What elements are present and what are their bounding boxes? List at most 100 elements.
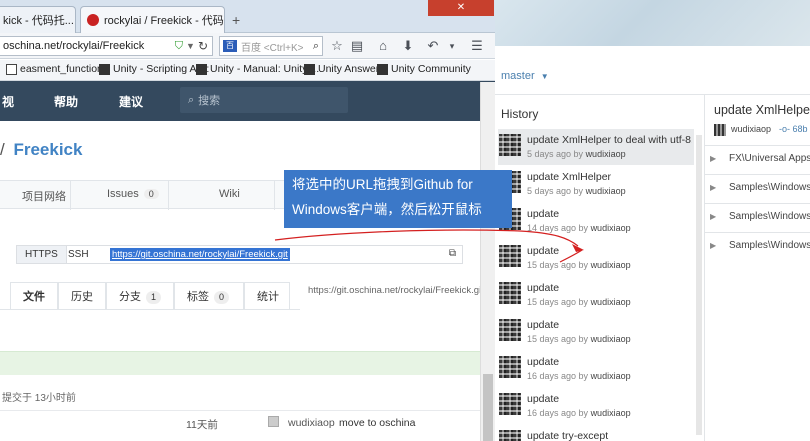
close-tab-icon[interactable]: ✕ [74, 14, 75, 27]
expand-triangle-icon: ▶ [710, 183, 717, 192]
commit-message: update [527, 393, 560, 405]
tab-divider [168, 181, 169, 210]
changed-file-item[interactable]: ▶ Samples\Windows [705, 203, 810, 231]
issues-count-badge: 0 [143, 189, 159, 199]
scrollbar-thumb[interactable] [483, 374, 493, 441]
address-bar[interactable]: oschina.net/rockylai/Freekick ⛉ ▼ ↻ [0, 36, 213, 56]
branch-selector[interactable]: master ▼ [501, 70, 549, 82]
tag-count-badge: 0 [214, 291, 230, 304]
window-close-button[interactable]: ✕ [428, 0, 494, 16]
file-commit-message[interactable]: move to oschina [339, 417, 415, 429]
ssh-button[interactable]: SSH [60, 246, 97, 263]
site-header: 视 帮助 建议 ⌕ 搜索 [0, 81, 495, 121]
commit-author: wudixiaop [731, 124, 772, 134]
expand-triangle-icon: ▶ [710, 212, 717, 221]
bookmarks-bar: easment_functions Unity - Scripting API:… [0, 60, 495, 81]
nav-link-feedback[interactable]: 建议 [119, 93, 143, 110]
commit-meta: 5 days ago by wudixiaop [527, 149, 626, 159]
undo-icon[interactable]: ↶ [424, 37, 442, 55]
search-icon[interactable]: ⌕ [313, 40, 319, 53]
bookmark-item[interactable]: Unity - Manual: Unity ... [196, 63, 319, 75]
tab-files[interactable]: 文件 [10, 282, 58, 310]
file-path: Samples\Windows [729, 211, 810, 222]
tab-network[interactable]: 项目网络 [22, 188, 66, 204]
commit-item[interactable]: update 15 days ago by wudixiaop [498, 314, 694, 350]
tab-issues[interactable]: Issues 0 [107, 188, 159, 200]
site-search-input[interactable]: ⌕ 搜索 [180, 87, 348, 113]
commit-item[interactable]: update 16 days ago by wudixiaop [498, 388, 694, 424]
commit-time: 16 days ago by [527, 371, 589, 381]
commit-item[interactable]: update 14 days ago by wudixiaop [498, 203, 694, 239]
gitosc-favicon-icon [87, 14, 99, 26]
commit-time: 5 days ago by [527, 149, 584, 159]
tab-wiki[interactable]: Wiki [219, 188, 240, 200]
tab-stats[interactable]: 统计 [244, 282, 290, 310]
commit-item[interactable]: update XmlHelper 5 days ago by wudixiaop [498, 166, 694, 202]
avatar [499, 282, 521, 304]
chevron-down-icon: ▼ [540, 72, 549, 81]
avatar [499, 356, 521, 378]
commit-message: update [527, 245, 560, 257]
commit-detail-title: update XmlHelpe [714, 103, 810, 117]
avatar [499, 245, 521, 267]
commit-item[interactable]: update XmlHelper to deal with utf-8... 5… [498, 129, 694, 165]
copy-icon[interactable]: ⧉ [449, 248, 456, 259]
bookmark-item[interactable]: Unity - Scripting API: [99, 63, 209, 75]
changed-file-item[interactable]: ▶ FX\Universal Apps [705, 145, 810, 173]
unity-icon [196, 63, 207, 75]
repo-name-link[interactable]: Freekick [13, 140, 82, 159]
commit-message: update XmlHelper to deal with utf-8... [527, 134, 692, 146]
reading-list-icon[interactable]: ▤ [348, 37, 366, 55]
tab-history[interactable]: 历史 [58, 282, 106, 310]
menu-icon[interactable]: ☰ [468, 37, 486, 55]
tab-label: 历史 [71, 291, 93, 303]
undo-dropdown-icon[interactable]: ▾ [443, 37, 461, 55]
nav-link-partial[interactable]: 视 [2, 93, 14, 110]
file-author-link[interactable]: wudixiaop [288, 417, 335, 429]
vertical-scrollbar[interactable] [480, 82, 495, 441]
nav-link-help[interactable]: 帮助 [54, 93, 78, 110]
reload-icon[interactable]: ↻ [198, 39, 208, 53]
commit-author: wudixiaop [590, 223, 631, 233]
changed-file-item[interactable]: ▶ Samples\Windows [705, 174, 810, 202]
search-bar[interactable]: 百 百度 <Ctrl+K> ⌕ [219, 36, 323, 56]
page-icon [6, 63, 17, 75]
commit-message: update try-except [527, 430, 609, 441]
new-tab-button[interactable]: + [232, 12, 240, 28]
tab-branches[interactable]: 分支 1 [106, 282, 174, 310]
avatar [499, 430, 521, 441]
dropdown-caret-icon[interactable]: ▼ [186, 41, 195, 51]
commit-time: 15 days ago by [527, 260, 589, 270]
search-engine-icon[interactable]: 百 [223, 40, 237, 52]
clone-url-field[interactable]: https://git.oschina.net/rockylai/Freekic… [110, 248, 290, 261]
changed-file-item[interactable]: ▶ Samples\Windows [705, 232, 810, 260]
clone-url-bar: HTTPS SSH https://git.oschina.net/rockyl… [16, 245, 463, 264]
avatar [714, 124, 726, 136]
history-scrollbar[interactable] [696, 135, 702, 435]
file-path: Samples\Windows [729, 182, 810, 193]
home-icon[interactable]: ⌂ [374, 37, 392, 55]
branch-name: master [501, 70, 535, 82]
tab-freekick-1[interactable]: kick - 代码托... ✕ [0, 6, 76, 33]
commit-item[interactable]: update 15 days ago by wudixiaop [498, 277, 694, 313]
bookmark-item[interactable]: Unity Community [377, 63, 471, 75]
download-icon[interactable]: ⬇ [399, 37, 417, 55]
instruction-callout: 将选中的URL拖拽到Github for Windows客户端，然后松开鼠标 [284, 170, 512, 228]
tab-freekick-2[interactable]: rockylai / Freekick - 代码托... ✕ [80, 6, 225, 33]
tab-label: 文件 [23, 291, 45, 303]
bookmark-item[interactable]: easment_functions [6, 63, 108, 75]
commit-meta: 15 days ago by wudixiaop [527, 334, 631, 344]
tab-tags[interactable]: 标签 0 [174, 282, 244, 310]
commit-time: 15 days ago by [527, 334, 589, 344]
bookmark-star-icon[interactable]: ☆ [328, 37, 346, 55]
commit-message: update [527, 319, 560, 331]
commit-meta: 14 days ago by wudixiaop [527, 223, 631, 233]
commit-meta: 15 days ago by wudixiaop [527, 297, 631, 307]
commit-item[interactable]: update 16 days ago by wudixiaop [498, 351, 694, 387]
commit-item[interactable]: update try-except [498, 425, 694, 441]
bookmark-item[interactable]: Unity Answers [304, 63, 385, 75]
commit-item[interactable]: update 15 days ago by wudixiaop [498, 240, 694, 276]
commit-sha-link[interactable]: -o- 68b [779, 124, 808, 134]
committed-time: 提交于 13小时前 [2, 393, 76, 404]
bookmark-label: Unity - Scripting API: [113, 63, 210, 75]
